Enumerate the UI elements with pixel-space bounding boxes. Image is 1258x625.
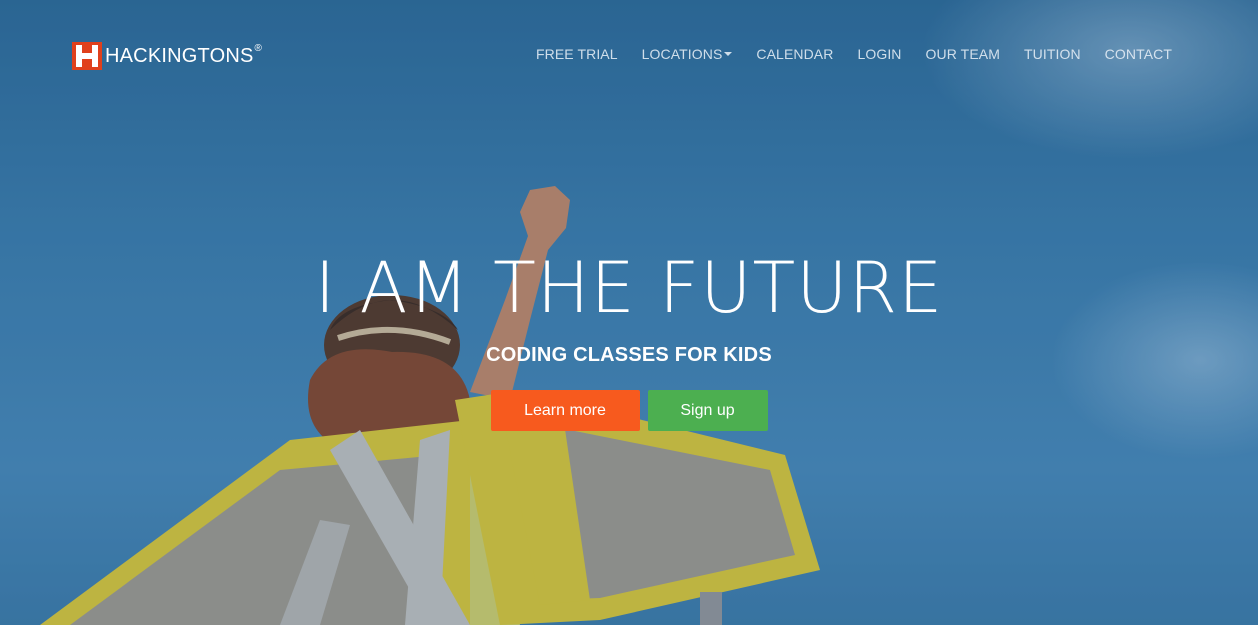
nav-link-label: LOCATIONS [641,46,723,62]
nav-item-our-team: OUR TEAM [926,46,1000,64]
nav-link-contact[interactable]: CONTACT [1105,46,1172,62]
registered-mark: ® [254,42,262,54]
learn-more-button[interactable]: Learn more [490,390,640,431]
nav-item-contact: CONTACT [1105,46,1172,64]
nav-link-locations-dropdown[interactable]: LOCATIONS [642,46,733,62]
hero-subtitle: CODING CLASSES FOR KIDS [486,344,772,366]
cta-button-group: Learn more Sign up [0,390,1258,431]
nav-item-calendar: CALENDAR [756,46,833,64]
nav-link-tuition[interactable]: TUITION [1024,46,1081,62]
nav-link-calendar[interactable]: CALENDAR [756,46,833,62]
nav-link-free-trial[interactable]: FREE TRIAL [536,46,618,62]
nav-link-login[interactable]: LOGIN [857,46,901,62]
caret-down-icon [724,52,733,56]
hero-section: HACKINGTONS ® FREE TRIAL LOCATIONS CALEN… [0,0,1258,625]
main-nav: FREE TRIAL LOCATIONS CALENDAR LOGIN OUR … [536,46,1172,64]
hackingtons-logo-icon [72,42,102,70]
nav-item-tuition: TUITION [1024,46,1081,64]
sign-up-button[interactable]: Sign up [647,390,768,431]
navbar: HACKINGTONS ® FREE TRIAL LOCATIONS CALEN… [0,0,1258,110]
nav-item-free-trial: FREE TRIAL [536,46,618,64]
hero-content: I AM THE FUTURE CODING CLASSES FOR KIDS … [0,248,1258,431]
hero-title: I AM THE FUTURE [314,247,944,329]
nav-link-our-team[interactable]: OUR TEAM [926,46,1000,62]
brand-name: HACKINGTONS [105,45,254,67]
brand-logo-link[interactable]: HACKINGTONS ® [72,42,262,70]
nav-item-login: LOGIN [857,46,901,64]
nav-item-locations: LOCATIONS [642,46,733,64]
